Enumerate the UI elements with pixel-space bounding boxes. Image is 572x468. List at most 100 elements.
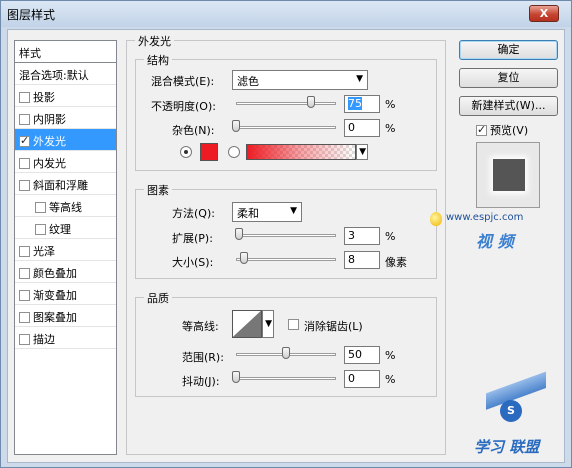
- style-list-item[interactable]: 图案叠加: [15, 305, 116, 327]
- reset-button[interactable]: 复位: [459, 68, 558, 88]
- style-checkbox[interactable]: [35, 224, 46, 235]
- opacity-input[interactable]: 75: [344, 95, 380, 113]
- opacity-slider[interactable]: [236, 102, 336, 105]
- glow-gradient-picker[interactable]: [246, 144, 356, 160]
- gradient-dropdown[interactable]: ▼: [356, 144, 368, 160]
- antialias-checkbox[interactable]: [288, 319, 299, 330]
- style-checkbox[interactable]: [19, 92, 30, 103]
- new-style-button[interactable]: 新建样式(W)...: [459, 96, 558, 116]
- range-input[interactable]: 50: [344, 346, 380, 364]
- s-logo-icon: S: [500, 400, 522, 422]
- preview-thumbnail: [493, 159, 525, 191]
- gradient-radio[interactable]: [228, 146, 240, 158]
- size-label: 大小(S):: [172, 256, 214, 269]
- jitter-input[interactable]: 0: [344, 370, 380, 388]
- structure-title: 结构: [144, 52, 172, 68]
- watermark-league: 学习 联盟: [474, 438, 540, 456]
- dialog-body: 样式 混合选项:默认投影内阴影外发光内发光斜面和浮雕等高线纹理光泽颜色叠加渐变叠…: [7, 29, 565, 463]
- dialog-title: 图层样式: [7, 8, 56, 22]
- watermark-site: www.espjc.com: [446, 212, 524, 223]
- jitter-slider[interactable]: [236, 377, 336, 380]
- spread-slider-thumb[interactable]: [235, 228, 243, 240]
- style-list-item-label: 图案叠加: [33, 311, 77, 324]
- antialias-label[interactable]: 消除锯齿(L): [304, 318, 363, 334]
- spread-label: 扩展(P):: [172, 232, 213, 245]
- blend-mode-select[interactable]: 滤色 ▼: [232, 70, 368, 90]
- style-checkbox[interactable]: [19, 180, 30, 191]
- style-list-item-label: 等高线: [49, 201, 82, 214]
- opacity-unit: %: [385, 98, 396, 111]
- style-checkbox[interactable]: [19, 134, 30, 147]
- style-checkbox[interactable]: [19, 334, 30, 345]
- title-bar: 图层样式 X: [1, 1, 571, 27]
- style-list-item[interactable]: 投影: [15, 85, 116, 107]
- style-checkbox[interactable]: [19, 290, 30, 301]
- spread-input[interactable]: 3: [344, 227, 380, 245]
- style-list-item[interactable]: 内发光: [15, 151, 116, 173]
- technique-select[interactable]: 柔和 ▼: [232, 202, 302, 222]
- technique-label: 方法(Q):: [172, 207, 215, 220]
- close-button[interactable]: X: [529, 5, 559, 22]
- size-input[interactable]: 8: [344, 251, 380, 269]
- style-list-item[interactable]: 颜色叠加: [15, 261, 116, 283]
- jitter-slider-thumb[interactable]: [232, 371, 240, 383]
- range-unit: %: [385, 349, 396, 362]
- style-list-item-label: 混合选项:默认: [19, 69, 89, 82]
- preview-checkbox[interactable]: [476, 123, 487, 136]
- style-list-item[interactable]: 外发光: [15, 129, 116, 151]
- styles-list-header[interactable]: 样式: [15, 41, 116, 63]
- spread-unit: %: [385, 230, 396, 243]
- opacity-slider-thumb[interactable]: [307, 96, 315, 108]
- size-slider-thumb[interactable]: [240, 252, 248, 264]
- size-unit: 像素: [385, 256, 407, 269]
- outer-glow-panel: 外发光 结构 混合模式(E): 滤色 ▼ 不透明度(O): 75 % 杂色(N)…: [126, 33, 446, 455]
- blend-mode-value: 滤色: [237, 75, 259, 88]
- style-list-item[interactable]: 渐变叠加: [15, 283, 116, 305]
- style-list-item[interactable]: 斜面和浮雕: [15, 173, 116, 195]
- style-list-item[interactable]: 光泽: [15, 239, 116, 261]
- style-list-item-label: 描边: [33, 333, 55, 346]
- noise-slider-thumb[interactable]: [232, 120, 240, 132]
- style-list-item-label: 渐变叠加: [33, 289, 77, 302]
- style-list-item[interactable]: 混合选项:默认: [15, 63, 116, 85]
- style-checkbox[interactable]: [19, 246, 30, 257]
- style-list-item-label: 内阴影: [33, 113, 66, 126]
- chevron-down-icon: ▼: [356, 74, 363, 84]
- jitter-label: 抖动(J):: [182, 375, 220, 388]
- noise-input[interactable]: 0: [344, 119, 380, 137]
- style-list-item-label: 投影: [33, 91, 55, 104]
- style-list-item[interactable]: 纹理: [15, 217, 116, 239]
- style-list-item[interactable]: 等高线: [15, 195, 116, 217]
- style-preview: [476, 142, 540, 208]
- size-slider[interactable]: [236, 258, 336, 261]
- structure-group: 结构 混合模式(E): 滤色 ▼ 不透明度(O): 75 % 杂色(N): 0 …: [135, 52, 437, 171]
- watermark-brand: 视 频: [476, 232, 514, 251]
- preview-toggle[interactable]: 预览(V): [476, 122, 528, 138]
- range-slider-thumb[interactable]: [282, 347, 290, 359]
- style-list-item[interactable]: 内阴影: [15, 107, 116, 129]
- contour-preview[interactable]: [232, 310, 262, 338]
- noise-slider[interactable]: [236, 126, 336, 129]
- noise-unit: %: [385, 122, 396, 135]
- ok-button[interactable]: 确定: [459, 40, 558, 60]
- spread-slider[interactable]: [236, 234, 336, 237]
- chevron-down-icon: ▼: [265, 319, 272, 329]
- style-list-item[interactable]: 描边: [15, 327, 116, 349]
- solid-color-radio[interactable]: [180, 146, 192, 158]
- noise-label: 杂色(N):: [172, 124, 215, 137]
- style-checkbox[interactable]: [35, 202, 46, 213]
- style-checkbox[interactable]: [19, 114, 30, 125]
- preview-label: 预览(V): [490, 124, 529, 137]
- style-checkbox[interactable]: [19, 312, 30, 323]
- styles-list: 样式 混合选项:默认投影内阴影外发光内发光斜面和浮雕等高线纹理光泽颜色叠加渐变叠…: [14, 40, 117, 455]
- style-list-item-label: 内发光: [33, 157, 66, 170]
- glow-color-swatch[interactable]: [200, 143, 218, 161]
- quality-group: 品质 等高线: ▼ 消除锯齿(L) 范围(R): 50 % 抖动(J): 0 %: [135, 290, 437, 397]
- style-checkbox[interactable]: [19, 158, 30, 169]
- contour-dropdown[interactable]: ▼: [262, 310, 274, 338]
- style-list-item-label: 斜面和浮雕: [33, 179, 88, 192]
- chevron-down-icon: ▼: [359, 147, 366, 157]
- elements-title: 图素: [144, 182, 172, 198]
- outer-glow-title: 外发光: [135, 33, 174, 49]
- style-checkbox[interactable]: [19, 268, 30, 279]
